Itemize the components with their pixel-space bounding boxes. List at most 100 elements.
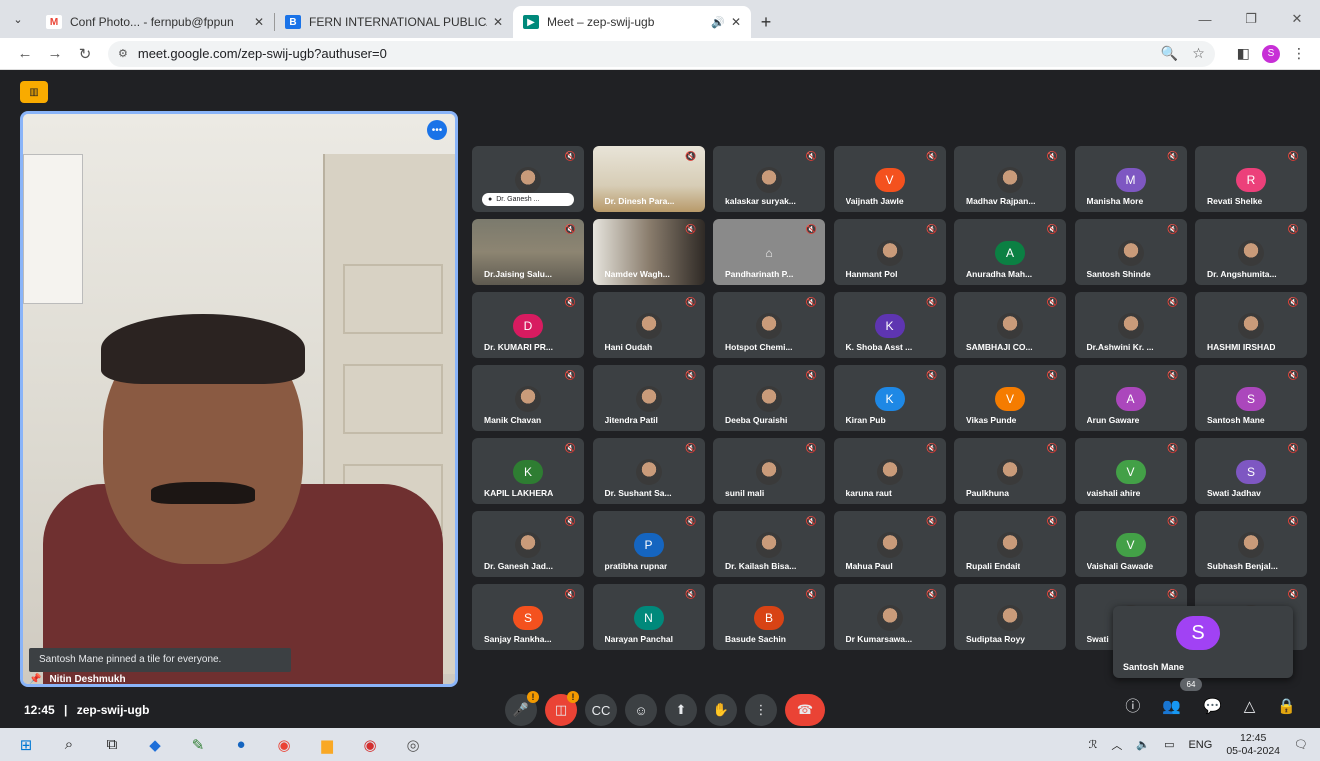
tray-chevron-icon[interactable]: ︿ (1111, 737, 1122, 753)
more-options-icon[interactable]: ••• (427, 120, 447, 140)
close-tab-icon[interactable]: ✕ (493, 15, 503, 29)
participant-tile[interactable]: 🔇 Dr. Sushant Sa... (592, 438, 705, 504)
participant-tile[interactable]: 🔇 Dr. Ganesh Jad... (472, 511, 584, 577)
captions-button[interactable]: CC (585, 694, 617, 726)
participant-tile[interactable]: 🔇 Dr. Kailash Bisa... (713, 511, 825, 577)
notifications-icon[interactable]: 🗨 (1294, 738, 1308, 751)
participant-tile[interactable]: 🔇 R Revati Shelke (1195, 146, 1307, 212)
participant-tile[interactable]: 🔇 Namdev Wagh... (592, 219, 705, 285)
participant-tile[interactable]: 🔇 Mahua Paul (833, 511, 946, 577)
bookmark-star-icon[interactable]: ☆ (1192, 45, 1205, 62)
url-text[interactable]: meet.google.com/zep-swij-ugb?authuser=0 (138, 46, 1161, 61)
participant-tile[interactable]: 🔇 K KAPIL LAKHERA (472, 438, 584, 504)
participant-tile[interactable]: 🔇 ⌂ Pandharinath P... (713, 219, 825, 285)
pen-icon[interactable]: ℛ (1089, 738, 1098, 751)
participant-tile[interactable]: 🔇 S Santosh Mane (1195, 365, 1307, 431)
search-icon[interactable]: ⌕ (59, 735, 79, 755)
raise-hand-button[interactable]: ✋ (705, 694, 737, 726)
activities-icon[interactable]: △ (1244, 697, 1256, 715)
restore-icon[interactable]: ❐ (1228, 0, 1274, 38)
more-options-button[interactable]: ⋮ (745, 694, 777, 726)
host-controls-icon[interactable]: 🔒 (1277, 697, 1296, 715)
clock[interactable]: 12:45 05-04-2024 (1226, 732, 1280, 758)
close-window-icon[interactable]: ✕ (1274, 0, 1320, 38)
meeting-tools-icon[interactable]: ▥ (20, 81, 48, 103)
participant-tile[interactable]: 🔇 Dr Kumarsawa... (833, 584, 946, 650)
tab-fern[interactable]: B FERN INTERNATIONAL PUBLICA ✕ (275, 6, 513, 38)
task-view-icon[interactable]: ⧉ (102, 735, 122, 755)
participant-tile[interactable]: 🔇 V Vaishali Gawade (1074, 511, 1187, 577)
chrome-profile-icon[interactable]: ◉ (360, 735, 380, 755)
new-tab-button[interactable]: + (751, 6, 781, 38)
participant-tile[interactable]: 🔇 B Basude Sachin (713, 584, 825, 650)
audio-playing-icon[interactable]: 🔊 (711, 16, 725, 29)
zoom-icon[interactable]: 🔍 (1161, 45, 1178, 62)
participant-tile[interactable]: 🔇 Hotspot Chemi... (713, 292, 825, 358)
microphone-button[interactable]: 🎤! (505, 691, 539, 726)
participant-tile[interactable]: 🔇 A Anuradha Mah... (954, 219, 1066, 285)
windows-start-icon[interactable]: ⊞ (16, 735, 36, 755)
participant-tile[interactable]: 🔇 Dr.Jaising Salu... (472, 219, 584, 285)
emoji-reaction-button[interactable]: ☺ (625, 694, 657, 726)
participant-tile[interactable]: 🔇 Deeba Quraishi (713, 365, 825, 431)
participant-tile[interactable]: 🔇 Rupali Endait (954, 511, 1066, 577)
people-icon[interactable]: 👥 (1162, 697, 1181, 715)
minimize-icon[interactable]: — (1182, 0, 1228, 38)
participant-tile[interactable]: 🔇 SAMBHAJI CO... (954, 292, 1066, 358)
forward-arrow-icon[interactable]: → (40, 39, 70, 69)
reload-icon[interactable]: ↻ (70, 39, 100, 69)
participant-tile[interactable]: 🔇 Sudiptaa Royy (954, 584, 1066, 650)
participant-tile[interactable]: 🔇 Madhav Rajpan... (954, 146, 1066, 212)
chrome-icon[interactable]: ◉ (274, 735, 294, 755)
participant-tile[interactable]: 🔇 M Manisha More (1074, 146, 1187, 212)
side-panel-icon[interactable]: ◧ (1237, 45, 1250, 62)
close-tab-icon[interactable]: ✕ (731, 15, 741, 29)
participant-tile[interactable]: 🔇 Paulkhuna (954, 438, 1066, 504)
omnibox[interactable]: ⚙ meet.google.com/zep-swij-ugb?authuser=… (108, 40, 1215, 67)
participant-tile[interactable]: 🔇 Jitendra Patil (592, 365, 705, 431)
profile-avatar[interactable]: S (1262, 44, 1280, 63)
app-icon[interactable]: ✎ (188, 735, 208, 755)
participant-tile[interactable]: 🔇 V Vaijnath Jawle (833, 146, 946, 212)
participant-tile[interactable]: 🔇 N Narayan Panchal (592, 584, 705, 650)
participant-tile[interactable]: 🔇 V Vikas Punde (954, 365, 1066, 431)
participant-tile[interactable]: 🔇 karuna raut (833, 438, 946, 504)
participant-tile[interactable]: 🔇 Manik Chavan (472, 365, 584, 431)
participant-tile[interactable]: 🔇 sunil mali (713, 438, 825, 504)
file-explorer-icon[interactable]: ▆ (317, 735, 337, 755)
participant-tile[interactable]: 🔇 Ppratibha rupnar (592, 511, 705, 577)
participant-tile[interactable]: 🔇 S Swati Jadhav (1195, 438, 1307, 504)
participant-tile[interactable]: 🔇 D Dr. KUMARI PR... (472, 292, 584, 358)
participant-tile[interactable]: 🔇 Hani Oudah (592, 292, 705, 358)
meeting-details-icon[interactable]: ⓘ (1125, 695, 1140, 716)
participant-tile[interactable]: 🔇 Santosh Shinde (1074, 219, 1187, 285)
leave-call-button[interactable]: ☎ (785, 694, 825, 726)
participant-tile[interactable]: 🔇 S Sanjay Rankha... (472, 584, 584, 650)
present-screen-button[interactable]: ⬆ (665, 694, 697, 726)
tab-search-chevron-icon[interactable]: ⌄ (0, 0, 36, 38)
chat-icon[interactable]: 💬 (1203, 697, 1222, 715)
participant-tile[interactable]: 🔇 ● Dr. Ganesh ... (472, 146, 584, 212)
site-info-icon[interactable]: ⚙ (118, 47, 128, 60)
participant-tile[interactable]: 🔇 Dr.Ashwini Kr. ... (1074, 292, 1187, 358)
back-arrow-icon[interactable]: ← (10, 39, 40, 69)
camera-button[interactable]: ◫! (545, 691, 579, 726)
participant-tile[interactable]: 🔇 K K. Shoba Asst ... (833, 292, 946, 358)
self-view-tile[interactable]: S Santosh Mane (1113, 606, 1293, 678)
participant-tile[interactable]: 🔇 A Arun Gaware (1074, 365, 1187, 431)
language-indicator[interactable]: ENG (1188, 739, 1212, 751)
app-icon[interactable]: ◆ (145, 735, 165, 755)
participant-tile[interactable]: 🔇 Dr. Angshumita... (1195, 219, 1307, 285)
participant-tile[interactable]: 🔇 Dr. Dinesh Para... (592, 146, 705, 212)
pinned-video-tile[interactable]: ••• Santosh Mane pinned a tile for every… (20, 111, 458, 687)
network-icon[interactable]: ▭ (1164, 738, 1174, 751)
app-icon[interactable]: ◎ (403, 735, 423, 755)
menu-kebab-icon[interactable]: ⋮ (1292, 45, 1306, 62)
participant-tile[interactable]: 🔇 Subhash Benjal... (1195, 511, 1307, 577)
tab-meet[interactable]: ▶ Meet – zep-swij-ugb 🔊 ✕ (513, 6, 751, 38)
participant-tile[interactable]: 🔇 HASHMI IRSHAD (1195, 292, 1307, 358)
participant-tile[interactable]: 🔇 kalaskar suryak... (713, 146, 825, 212)
participant-tile[interactable]: 🔇 Hanmant Pol (833, 219, 946, 285)
close-tab-icon[interactable]: ✕ (254, 15, 264, 29)
tab-gmail[interactable]: M Conf Photo... - fernpub@fppun ✕ (36, 6, 274, 38)
